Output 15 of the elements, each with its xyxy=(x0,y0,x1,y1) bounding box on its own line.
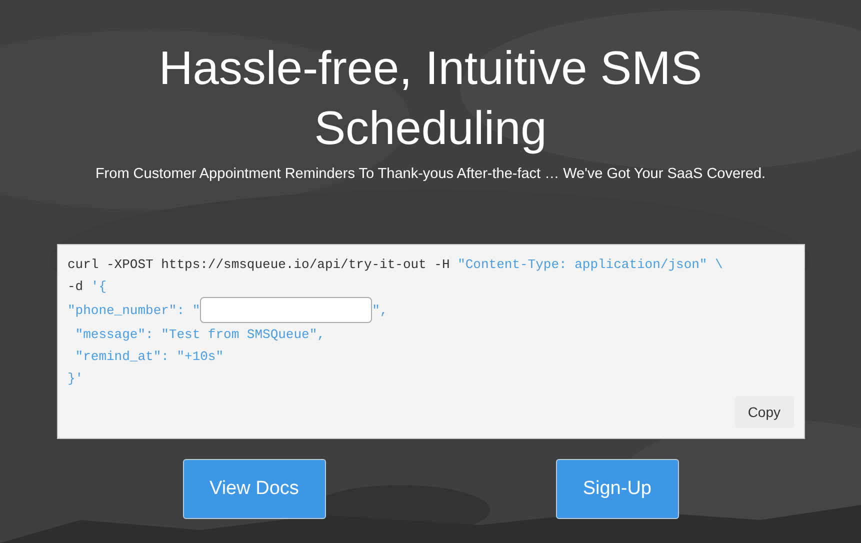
code-string: }' xyxy=(68,370,84,386)
copy-button[interactable]: Copy xyxy=(734,396,794,428)
sign-up-button[interactable]: Sign-Up xyxy=(556,459,678,519)
code-text: curl -XPOST https://smsqueue.io/api/try-it-out -H xyxy=(68,256,451,272)
code-string: "Content-Type: application/json" \ xyxy=(458,256,723,272)
hero-subtitle: From Customer Appointment Reminders To Thank-yous After-the-fact … We've Got Your SaaS Covered. xyxy=(95,166,766,182)
hero-title: Hassle-free, Intuitive SMS Scheduling xyxy=(158,40,704,156)
code-string: ", xyxy=(372,302,388,318)
phone-number-field[interactable] xyxy=(200,297,372,323)
code-string: "message": "Test from SMSQueue", xyxy=(74,326,325,342)
code-string: '{ xyxy=(90,278,107,294)
code-string: "phone_number": " xyxy=(68,302,200,318)
code-text: -d xyxy=(68,278,84,294)
view-docs-button[interactable]: View Docs xyxy=(182,459,326,519)
code-string: "remind_at": "+10s" xyxy=(74,348,224,364)
